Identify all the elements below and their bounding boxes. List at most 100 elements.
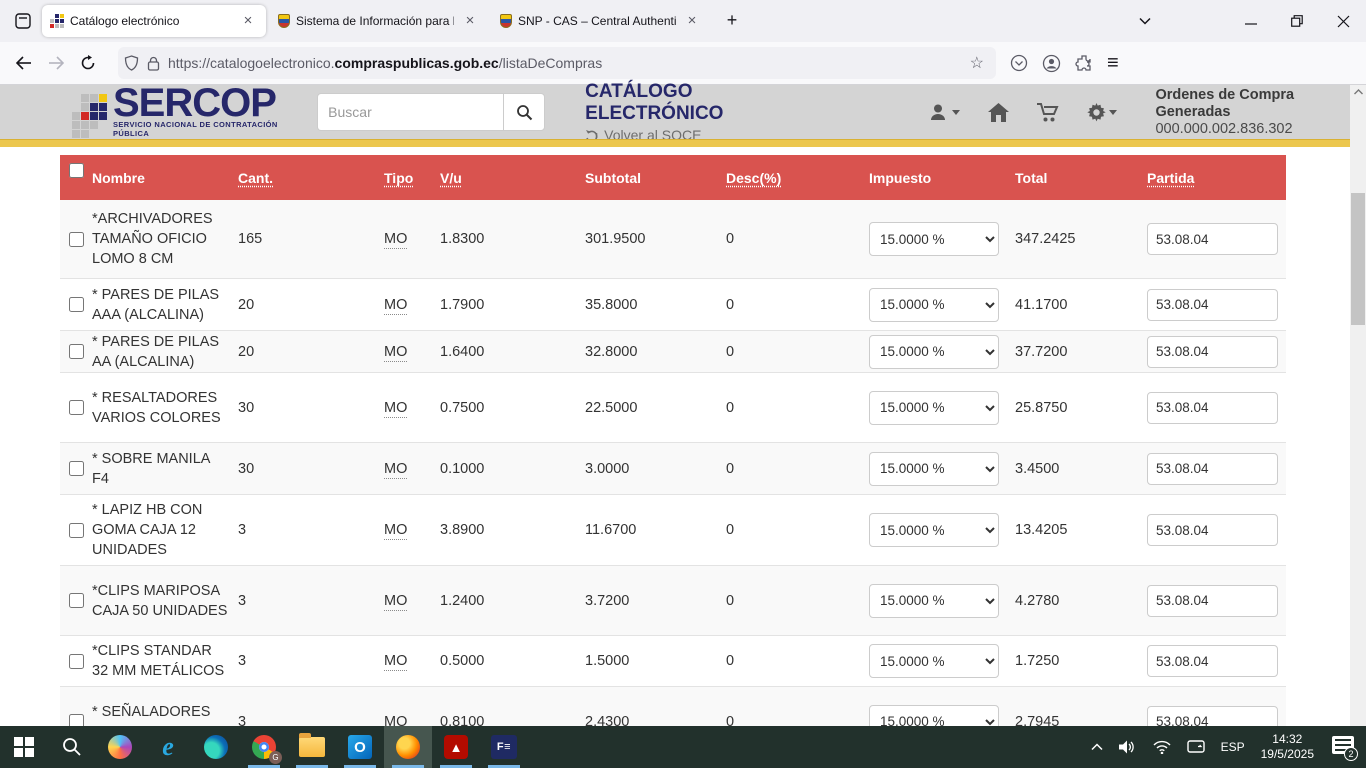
impuesto-select[interactable]: 15.0000 % — [869, 513, 999, 547]
col-nombre: Nombre — [92, 170, 238, 186]
partida-input[interactable] — [1147, 336, 1278, 368]
page-scrollbar[interactable] — [1350, 85, 1366, 726]
url-bar[interactable]: https://catalogoelectronico.compraspubli… — [118, 47, 996, 79]
row-checkbox[interactable] — [69, 400, 84, 415]
home-button[interactable] — [988, 103, 1009, 122]
tab-close-icon[interactable]: × — [682, 11, 702, 31]
back-icon[interactable] — [8, 47, 40, 79]
col-partida[interactable]: Partida — [1147, 170, 1194, 186]
scrollbar-thumb[interactable] — [1351, 193, 1365, 325]
pocket-icon[interactable] — [1010, 54, 1028, 72]
col-vu[interactable]: V/u — [440, 170, 462, 186]
chrome-icon[interactable]: G — [240, 726, 288, 768]
scroll-up-arrow-icon[interactable] — [1350, 89, 1366, 95]
impuesto-select[interactable]: 15.0000 % — [869, 288, 999, 322]
row-checkbox[interactable] — [69, 461, 84, 476]
acrobat-icon[interactable]: ▲ — [432, 726, 480, 768]
cell-tipo[interactable]: MO — [384, 522, 407, 540]
cell-tipo[interactable]: MO — [384, 461, 407, 479]
tab-close-icon[interactable]: × — [238, 11, 258, 31]
partida-input[interactable] — [1147, 514, 1278, 546]
cell-tipo[interactable]: MO — [384, 593, 407, 611]
edge-icon[interactable] — [192, 726, 240, 768]
partida-input[interactable] — [1147, 453, 1278, 485]
firefox-view-icon[interactable] — [8, 6, 38, 36]
bookmark-star-icon[interactable]: ☆ — [964, 53, 990, 73]
sercop-logo[interactable]: SERCOP SERVICIO NACIONAL DE CONTRATACIÓN… — [72, 86, 293, 138]
forward-icon[interactable] — [40, 47, 72, 79]
cell-tipo[interactable]: MO — [384, 400, 407, 418]
partida-input[interactable] — [1147, 645, 1278, 677]
cell-subtotal: 35.8000 — [585, 297, 726, 313]
volume-icon[interactable] — [1119, 740, 1137, 754]
row-checkbox[interactable] — [69, 714, 84, 726]
language-indicator[interactable]: ESP — [1221, 740, 1245, 754]
internet-explorer-icon[interactable]: e — [144, 726, 192, 768]
cell-desc: 0 — [726, 297, 869, 313]
firefox-icon[interactable] — [384, 726, 432, 768]
window-minimize-button[interactable] — [1228, 0, 1274, 42]
copilot-icon[interactable] — [96, 726, 144, 768]
impuesto-select[interactable]: 15.0000 % — [869, 705, 999, 727]
outlook-icon[interactable]: O — [336, 726, 384, 768]
row-checkbox[interactable] — [69, 297, 84, 312]
tray-clock[interactable]: 14:32 19/5/2025 — [1261, 732, 1314, 762]
taskbar-search-button[interactable] — [48, 726, 96, 768]
tab-close-icon[interactable]: × — [460, 11, 480, 31]
list-all-tabs-icon[interactable] — [1122, 0, 1168, 42]
cell-tipo[interactable]: MO — [384, 653, 407, 671]
tab-catalogo[interactable]: Catálogo electrónico × — [42, 5, 266, 37]
partida-input[interactable] — [1147, 392, 1278, 424]
notification-center-icon[interactable]: 2 — [1330, 736, 1356, 758]
user-menu-button[interactable] — [929, 103, 960, 121]
cell-tipo[interactable]: MO — [384, 714, 407, 727]
col-desc[interactable]: Desc(%) — [726, 170, 781, 186]
partida-input[interactable] — [1147, 289, 1278, 321]
partida-input[interactable] — [1147, 585, 1278, 617]
col-tipo[interactable]: Tipo — [384, 170, 413, 186]
lock-icon[interactable] — [147, 56, 160, 71]
window-close-button[interactable] — [1320, 0, 1366, 42]
impuesto-select[interactable]: 15.0000 % — [869, 391, 999, 425]
cast-icon[interactable] — [1187, 740, 1205, 754]
tab-title: Sistema de Información para lo — [296, 14, 454, 28]
impuesto-select[interactable]: 15.0000 % — [869, 584, 999, 618]
new-tab-button[interactable]: + — [718, 7, 746, 35]
col-cant[interactable]: Cant. — [238, 170, 273, 186]
impuesto-select[interactable]: 15.0000 % — [869, 644, 999, 678]
row-checkbox[interactable] — [69, 232, 84, 247]
impuesto-select[interactable]: 15.0000 % — [869, 335, 999, 369]
menu-hamburger-icon[interactable]: ≡ — [1107, 52, 1119, 75]
search-input[interactable] — [317, 93, 503, 131]
row-checkbox[interactable] — [69, 344, 84, 359]
cell-tipo[interactable]: MO — [384, 344, 407, 362]
tab-snp-cas[interactable]: SNP - CAS – Central Authentica × — [492, 5, 710, 37]
shield-icon[interactable] — [124, 55, 139, 71]
row-checkbox[interactable] — [69, 593, 84, 608]
reload-icon[interactable] — [72, 47, 104, 79]
cell-desc: 0 — [726, 231, 869, 247]
search-icon — [62, 737, 82, 757]
wifi-icon[interactable] — [1153, 740, 1171, 754]
row-checkbox[interactable] — [69, 654, 84, 669]
finance-app-icon[interactable]: F≡ — [480, 726, 528, 768]
tab-sistema-informacion[interactable]: Sistema de Información para lo × — [270, 5, 488, 37]
logo-word: SERCOP — [113, 86, 293, 120]
window-restore-button[interactable] — [1274, 0, 1320, 42]
file-explorer-icon[interactable] — [288, 726, 336, 768]
select-all-checkbox[interactable] — [69, 163, 84, 178]
row-checkbox[interactable] — [69, 523, 84, 538]
tray-chevron-up-icon[interactable] — [1091, 743, 1103, 751]
impuesto-select[interactable]: 15.0000 % — [869, 222, 999, 256]
cell-tipo[interactable]: MO — [384, 231, 407, 249]
partida-input[interactable] — [1147, 223, 1278, 255]
search-button[interactable] — [503, 93, 545, 131]
cart-button[interactable] — [1037, 103, 1059, 122]
settings-menu-button[interactable] — [1087, 103, 1117, 122]
extensions-puzzle-icon[interactable] — [1075, 54, 1093, 72]
account-icon[interactable] — [1042, 54, 1061, 73]
partida-input[interactable] — [1147, 706, 1278, 727]
start-button[interactable] — [0, 726, 48, 768]
cell-tipo[interactable]: MO — [384, 297, 407, 315]
impuesto-select[interactable]: 15.0000 % — [869, 452, 999, 486]
